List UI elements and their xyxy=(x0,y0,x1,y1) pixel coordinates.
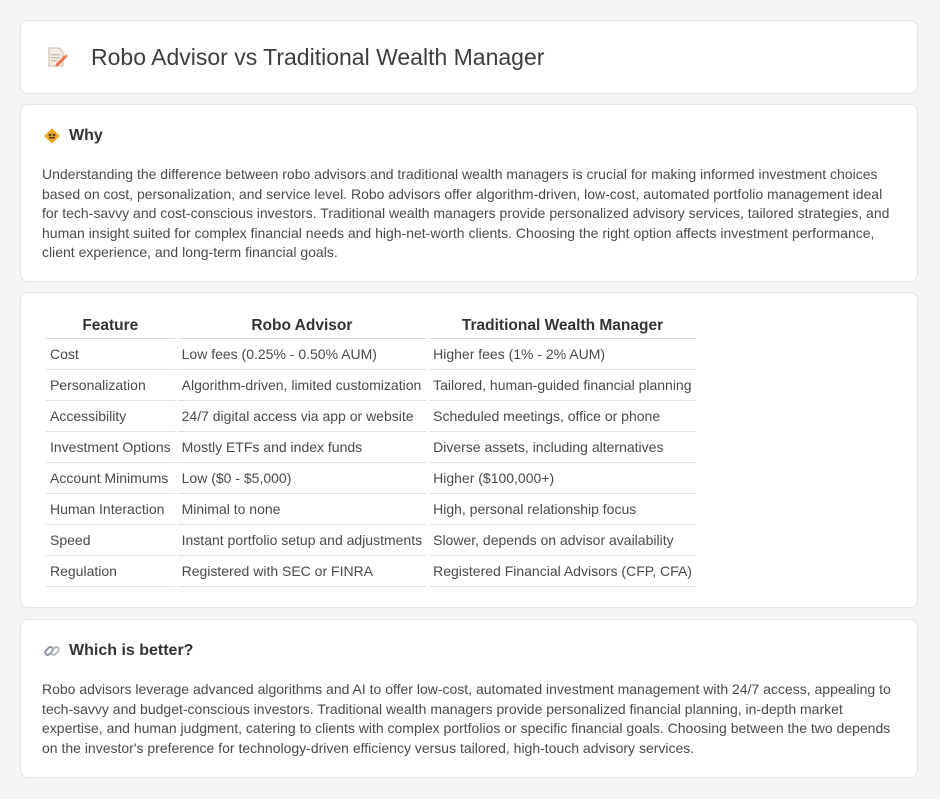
why-section: Why Understanding the difference between… xyxy=(20,104,918,282)
table-row: Investment Options Mostly ETFs and index… xyxy=(46,432,696,463)
robo-cell: Algorithm-driven, limited customization xyxy=(177,370,427,401)
robo-cell: 24/7 digital access via app or website xyxy=(177,401,427,432)
robo-cell: Low fees (0.25% - 0.50% AUM) xyxy=(177,339,427,370)
link-icon xyxy=(43,642,61,660)
which-is-better-section: Which is better? Robo advisors leverage … xyxy=(20,619,918,778)
page-title: Robo Advisor vs Traditional Wealth Manag… xyxy=(91,43,545,70)
traditional-cell: Slower, depends on advisor availability xyxy=(429,525,696,556)
table-row: Human Interaction Minimal to none High, … xyxy=(46,494,696,525)
robo-cell: Mostly ETFs and index funds xyxy=(177,432,427,463)
traditional-cell: Diverse assets, including alternatives xyxy=(429,432,696,463)
traditional-cell: Tailored, human-guided financial plannin… xyxy=(429,370,696,401)
better-header: Which is better? xyxy=(43,642,193,660)
robo-cell: Instant portfolio setup and adjustments xyxy=(177,525,427,556)
feature-cell: Speed xyxy=(46,525,175,556)
table-row: Personalization Algorithm-driven, limite… xyxy=(46,370,696,401)
robo-cell: Low ($0 - $5,000) xyxy=(177,463,427,494)
diamond-sign-icon xyxy=(43,127,61,145)
column-header-traditional: Traditional Wealth Manager xyxy=(429,313,696,339)
traditional-cell: Higher fees (1% - 2% AUM) xyxy=(429,339,696,370)
better-body: Robo advisors leverage advanced algorith… xyxy=(42,681,891,756)
better-title: Which is better? xyxy=(69,642,194,659)
robo-cell: Minimal to none xyxy=(177,494,427,525)
traditional-cell: Registered Financial Advisors (CFP, CFA) xyxy=(429,556,696,587)
column-header-feature: Feature xyxy=(46,313,175,339)
robo-cell: Registered with SEC or FINRA xyxy=(177,556,427,587)
why-body: Understanding the difference between rob… xyxy=(42,166,890,261)
table-header-row: Feature Robo Advisor Traditional Wealth … xyxy=(46,313,696,339)
table-row: Accessibility 24/7 digital access via ap… xyxy=(46,401,696,432)
feature-cell: Cost xyxy=(46,339,175,370)
comparison-section: Feature Robo Advisor Traditional Wealth … xyxy=(20,292,918,608)
why-title: Why xyxy=(69,127,103,144)
table-row: Account Minimums Low ($0 - $5,000) Highe… xyxy=(46,463,696,494)
why-header: Why xyxy=(43,127,103,145)
feature-cell: Accessibility xyxy=(46,401,175,432)
comparison-table: Feature Robo Advisor Traditional Wealth … xyxy=(43,313,699,587)
table-row: Cost Low fees (0.25% - 0.50% AUM) Higher… xyxy=(46,339,696,370)
title-row: Robo Advisor vs Traditional Wealth Manag… xyxy=(21,21,917,93)
feature-cell: Human Interaction xyxy=(46,494,175,525)
feature-cell: Investment Options xyxy=(46,432,175,463)
traditional-cell: Scheduled meetings, office or phone xyxy=(429,401,696,432)
feature-cell: Regulation xyxy=(46,556,175,587)
traditional-cell: Higher ($100,000+) xyxy=(429,463,696,494)
column-header-robo: Robo Advisor xyxy=(177,313,427,339)
table-row: Speed Instant portfolio setup and adjust… xyxy=(46,525,696,556)
title-card: Robo Advisor vs Traditional Wealth Manag… xyxy=(20,20,918,94)
document-pencil-icon xyxy=(45,45,69,69)
traditional-cell: High, personal relationship focus xyxy=(429,494,696,525)
table-row: Regulation Registered with SEC or FINRA … xyxy=(46,556,696,587)
feature-cell: Personalization xyxy=(46,370,175,401)
feature-cell: Account Minimums xyxy=(46,463,175,494)
